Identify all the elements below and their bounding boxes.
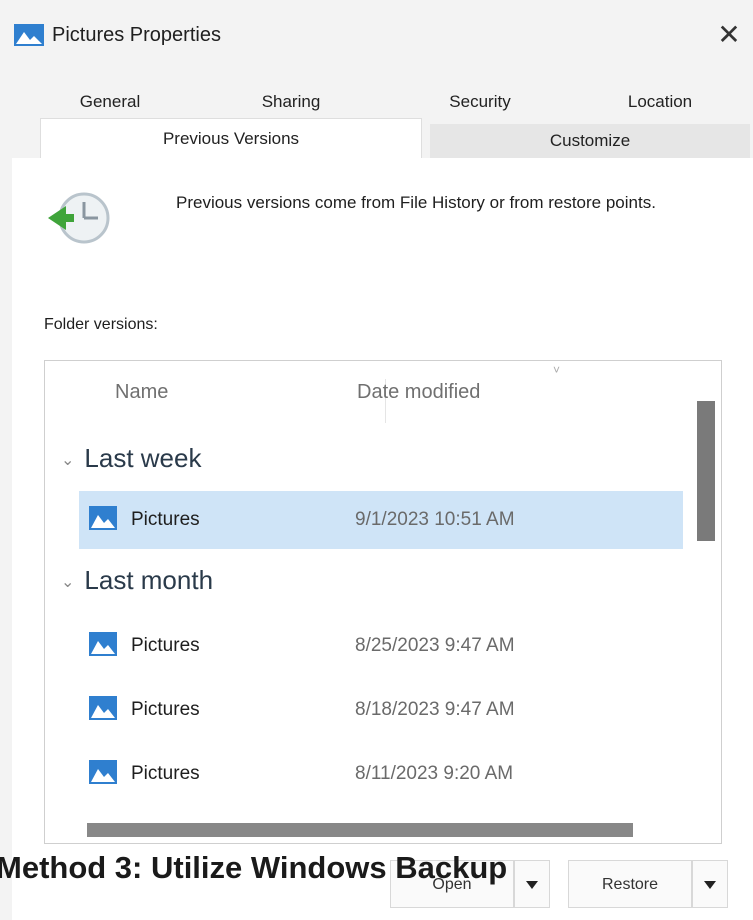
chevron-down-icon: ⌄ [61, 574, 75, 592]
item-name: Pictures [131, 699, 200, 720]
horizontal-scrollbar-thumb[interactable] [87, 823, 633, 837]
info-text: Previous versions come from File History… [176, 193, 656, 212]
group-header-last-week[interactable]: ⌄ Last week [61, 443, 201, 474]
list-item[interactable]: Pictures 9/1/2023 10:51 AM [79, 491, 683, 549]
tab-security[interactable]: Security [405, 92, 555, 118]
pictures-folder-icon [14, 24, 44, 46]
item-date: 8/25/2023 9:47 AM [355, 635, 515, 656]
chevron-down-icon: ⌄ [61, 452, 75, 470]
pictures-folder-icon [89, 696, 117, 720]
open-dropdown-button[interactable] [514, 860, 550, 908]
item-name: Pictures [131, 635, 200, 656]
tab-previous-versions[interactable]: Previous Versions [40, 118, 422, 159]
list-item[interactable]: Pictures 8/11/2023 9:20 AM [79, 745, 683, 803]
sort-indicator-icon: ˅ [553, 363, 561, 377]
tab-general[interactable]: General [40, 92, 180, 118]
file-history-icon [48, 192, 110, 244]
group-label: Last month [84, 565, 214, 595]
dropdown-arrow-icon [526, 880, 538, 889]
column-header-date[interactable]: Date modified [357, 381, 480, 404]
item-date: 8/11/2023 9:20 AM [355, 763, 514, 784]
restore-dropdown-button[interactable] [692, 860, 728, 908]
item-name: Pictures [131, 763, 200, 784]
versions-list[interactable]: ˅ Name Date modified ⌄ Last week Pictures… [44, 360, 722, 844]
column-header-name[interactable]: Name [115, 381, 168, 404]
pictures-folder-icon [89, 632, 117, 656]
group-label: Last week [84, 443, 202, 473]
tab-customize[interactable]: Customize [430, 124, 750, 158]
list-item[interactable]: Pictures 8/18/2023 9:47 AM [79, 681, 683, 739]
tab-sharing[interactable]: Sharing [216, 92, 366, 118]
dialog-title: Pictures Properties [52, 24, 221, 46]
properties-dialog: Pictures Properties ✕ General Sharing Se… [0, 0, 753, 920]
restore-button[interactable]: Restore [568, 860, 692, 908]
dropdown-arrow-icon [704, 880, 716, 889]
list-item[interactable]: Pictures 8/25/2023 9:47 AM [79, 617, 683, 675]
title-bar: Pictures Properties ✕ [0, 0, 753, 72]
close-button[interactable]: ✕ [712, 18, 746, 52]
folder-versions-label: Folder versions: [44, 316, 158, 333]
item-date: 8/18/2023 9:47 AM [355, 699, 515, 720]
vertical-scrollbar-thumb[interactable] [697, 401, 715, 541]
tab-location[interactable]: Location [585, 92, 735, 118]
item-name: Pictures [131, 509, 200, 530]
caption-overlay: Method 3: Utilize Windows Backup [0, 850, 508, 885]
pictures-folder-icon [89, 760, 117, 784]
group-header-last-month[interactable]: ⌄ Last month [61, 565, 213, 596]
pictures-folder-icon [89, 506, 117, 530]
item-date: 9/1/2023 10:51 AM [355, 509, 515, 530]
